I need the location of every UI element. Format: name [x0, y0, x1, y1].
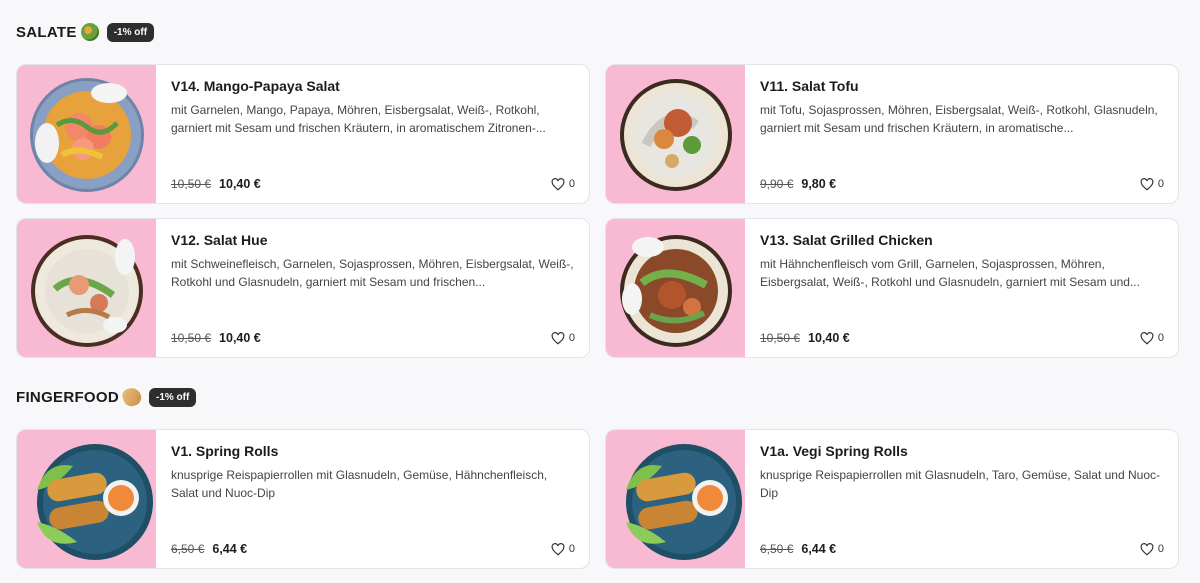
dish-image — [17, 430, 156, 568]
old-price: 6,50 € — [171, 542, 205, 556]
like-count: 0 — [1157, 332, 1164, 344]
like-count: 0 — [568, 332, 575, 344]
heart-icon — [1140, 331, 1154, 345]
new-price: 9,80 € — [801, 177, 837, 191]
like-count: 0 — [568, 543, 575, 555]
heart-icon — [551, 331, 565, 345]
like-button[interactable]: 0 — [551, 331, 575, 345]
like-button[interactable]: 0 — [1140, 177, 1164, 191]
old-price: 10,50 € — [171, 331, 212, 345]
dish-title: V1a. Vegi Spring Rolls — [760, 443, 908, 459]
menu-item-card[interactable]: V1a. Vegi Spring Rolls knusprige Reispap… — [605, 429, 1179, 569]
section-header-fingerfood: FINGERFOOD -1% off — [16, 385, 197, 409]
like-count: 0 — [1157, 178, 1164, 190]
dish-description: mit Hähnchenfleisch vom Grill, Garnelen,… — [760, 257, 1140, 289]
menu-item-card[interactable]: V1. Spring Rolls knusprige Reispapierrol… — [16, 429, 590, 569]
heart-icon — [1140, 177, 1154, 191]
dish-title: V12. Salat Hue — [171, 232, 268, 248]
section-title: SALATE — [16, 23, 77, 41]
new-price: 10,40 € — [219, 331, 261, 345]
heart-icon — [551, 177, 565, 191]
dish-image — [606, 65, 745, 203]
like-button[interactable]: 0 — [551, 177, 575, 191]
old-price: 9,90 € — [760, 177, 794, 191]
old-price: 6,50 € — [760, 542, 794, 556]
menu-item-card[interactable]: V14. Mango-Papaya Salat mit Garnelen, Ma… — [16, 64, 590, 204]
menu-item-card[interactable]: V12. Salat Hue mit Schweinefleisch, Garn… — [16, 218, 590, 358]
like-button[interactable]: 0 — [551, 542, 575, 556]
dish-description: knusprige Reispapierrollen mit Glasnudel… — [760, 468, 1160, 500]
dish-image — [606, 430, 745, 568]
section-header-salate: SALATE -1% off — [16, 21, 155, 43]
new-price: 10,40 € — [808, 331, 850, 345]
salad-bowl-icon — [80, 23, 99, 41]
dish-image — [606, 219, 745, 357]
menu-item-card[interactable]: V13. Salat Grilled Chicken mit Hähnchenf… — [605, 218, 1179, 358]
new-price: 6,44 € — [212, 542, 248, 556]
discount-badge: -1% off — [149, 387, 197, 407]
discount-badge: -1% off — [106, 22, 155, 42]
like-button[interactable]: 0 — [1140, 542, 1164, 556]
old-price: 10,50 € — [760, 331, 801, 345]
like-button[interactable]: 0 — [1140, 331, 1164, 345]
like-count: 0 — [568, 178, 575, 190]
dish-title: V14. Mango-Papaya Salat — [171, 78, 340, 94]
heart-icon — [551, 542, 565, 556]
dish-description: mit Garnelen, Mango, Papaya, Möhren, Eis… — [171, 103, 546, 135]
menu-item-card[interactable]: V11. Salat Tofu mit Tofu, Sojasprossen, … — [605, 64, 1179, 204]
old-price: 10,50 € — [171, 177, 212, 191]
dish-title: V1. Spring Rolls — [171, 443, 279, 459]
spring-roll-icon — [120, 385, 144, 409]
new-price: 6,44 € — [801, 542, 837, 556]
dish-title: V11. Salat Tofu — [760, 78, 859, 94]
dish-title: V13. Salat Grilled Chicken — [760, 232, 933, 248]
dish-description: knusprige Reispapierrollen mit Glasnudel… — [171, 468, 548, 500]
like-count: 0 — [1157, 543, 1164, 555]
heart-icon — [1140, 542, 1154, 556]
dish-image — [17, 65, 156, 203]
dish-image — [17, 219, 156, 357]
new-price: 10,40 € — [219, 177, 261, 191]
dish-description: mit Tofu, Sojasprossen, Möhren, Eisbergs… — [760, 103, 1158, 135]
dish-description: mit Schweinefleisch, Garnelen, Sojaspros… — [171, 257, 574, 289]
section-title: FINGERFOOD — [16, 388, 119, 406]
